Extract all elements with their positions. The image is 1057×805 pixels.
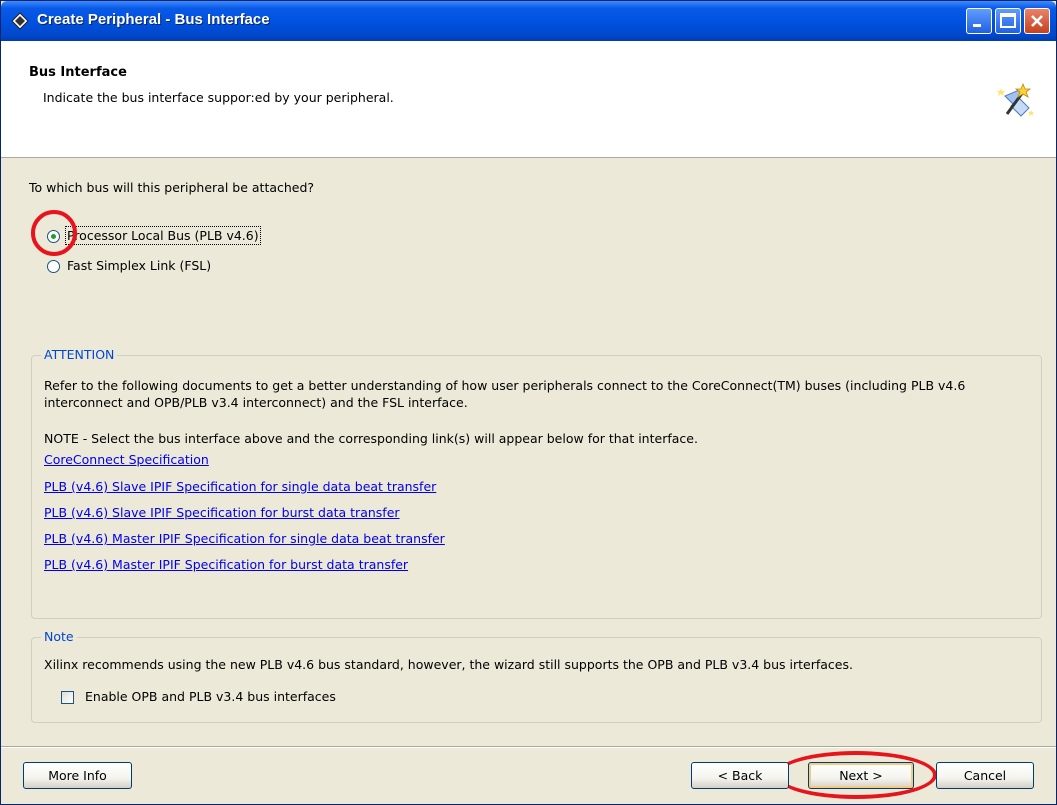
page-subtitle: Indicate the bus interface suppor:ed by …	[43, 90, 394, 105]
close-button[interactable]	[1024, 8, 1050, 34]
enable-opb-checkbox[interactable]	[61, 691, 74, 704]
attention-note: NOTE - Select the bus interface above an…	[44, 431, 698, 446]
bus-question: To which bus will this peripheral be att…	[29, 180, 315, 195]
window-title: Create Peripheral - Bus Interface	[37, 11, 270, 28]
close-icon	[1031, 15, 1043, 27]
annotation-circle-radio	[31, 210, 77, 256]
note-group	[31, 637, 1042, 723]
radio-label[interactable]: Fast Simplex Link (FSL)	[67, 258, 211, 273]
link-plb-slave-single[interactable]: PLB (v4.6) Slave IPIF Specification for …	[44, 479, 436, 494]
minimize-icon	[973, 24, 981, 27]
note-group-title: Note	[41, 629, 77, 644]
link-plb-slave-burst[interactable]: PLB (v4.6) Slave IPIF Specification for …	[44, 505, 400, 520]
minimize-button[interactable]	[966, 8, 992, 34]
attention-group-title: ATTENTION	[41, 347, 118, 362]
maximize-button[interactable]	[995, 8, 1021, 34]
link-plb-master-single[interactable]: PLB (v4.6) Master IPIF Specification for…	[44, 531, 445, 546]
back-button[interactable]: < Back	[691, 762, 789, 789]
maximize-icon	[1000, 13, 1016, 28]
footer-separator	[1, 746, 1056, 748]
radio-button[interactable]	[47, 260, 60, 273]
more-info-button[interactable]: More Info	[23, 762, 132, 789]
wizard-header: Bus Interface Indicate the bus interface…	[1, 41, 1056, 158]
link-plb-master-burst[interactable]: PLB (v4.6) Master IPIF Specification for…	[44, 557, 408, 572]
radio-label[interactable]: Processor Local Bus (PLB v4.6)	[65, 226, 261, 245]
attention-text: Refer to the following documents to get …	[44, 378, 966, 410]
note-text: Xilinx recommends using the new PLB v4.6…	[44, 657, 853, 672]
wizard-window: Create Peripheral - Bus Interface Bus In…	[0, 0, 1057, 805]
page-title: Bus Interface	[29, 65, 127, 80]
app-icon	[11, 12, 29, 30]
title-bar[interactable]: Create Peripheral - Bus Interface	[1, 1, 1056, 41]
cancel-button[interactable]: Cancel	[936, 762, 1034, 789]
wizard-wand-icon	[997, 82, 1034, 117]
link-coreconnect-spec[interactable]: CoreConnect Specification	[44, 452, 209, 467]
next-button[interactable]: Next >	[808, 762, 914, 789]
enable-opb-checkbox-label[interactable]: Enable OPB and PLB v3.4 bus interfaces	[85, 689, 336, 704]
